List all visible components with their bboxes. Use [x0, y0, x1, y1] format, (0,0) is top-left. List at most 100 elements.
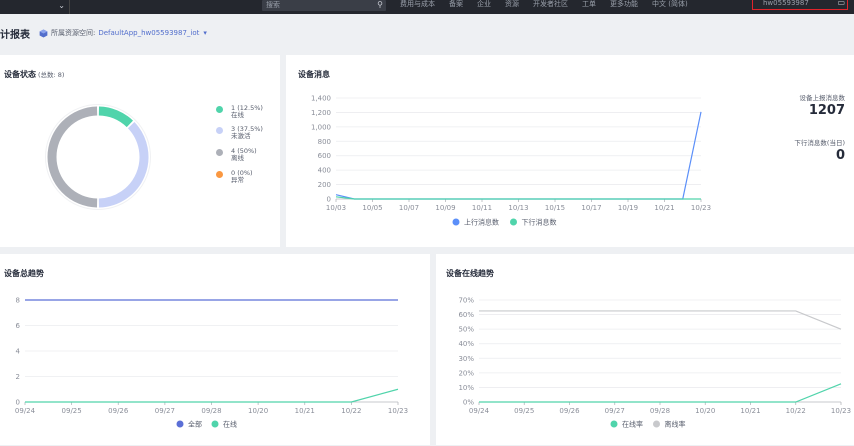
y-tick-label: 4 — [16, 348, 21, 356]
y-tick-label: 800 — [318, 138, 331, 146]
x-tick-label: 09/28 — [650, 407, 670, 415]
y-tick-label: 2 — [16, 373, 20, 381]
top-nav-bar: ⌄ 搜索 ⚲ 费用与成本 备案 企业 资源 开发者社区 工单 更多功能 中文 (… — [0, 0, 854, 14]
legend-label: 上行消息数 — [464, 218, 499, 227]
region-selector[interactable]: ⌄ — [0, 0, 70, 14]
legend-dot-icon — [211, 420, 219, 428]
legend-dot-icon — [452, 218, 460, 226]
device-messages-chart: 0 200 400 600 800 1,000 1,200 1,400 10/03 10/05 10… — [311, 95, 711, 227]
y-tick-label: 50% — [458, 326, 474, 334]
legend-label: 下行消息数 — [522, 218, 557, 227]
x-tick-label: 10/23 — [831, 407, 851, 415]
user-account-menu[interactable]: hw05593987 ▭ — [752, 0, 848, 10]
legend-online-text: 1 (12.5%) 在线 — [231, 105, 263, 119]
series-line-0 — [479, 383, 842, 403]
y-tick-label: 70% — [458, 297, 474, 305]
x-tick-label: 10/20 — [248, 407, 268, 415]
nav-item-billing[interactable]: 费用与成本 — [400, 0, 435, 14]
nav-item-tickets[interactable]: 工单 — [582, 0, 596, 14]
device-status-title-text: 设备状态 — [4, 70, 36, 79]
y-tick-label: 20% — [458, 369, 474, 377]
search-placeholder: 搜索 — [266, 1, 280, 9]
y-tick-label: 0 — [327, 196, 331, 204]
message-icon[interactable]: ▭ — [837, 0, 845, 7]
x-tick-label: 09/25 — [62, 407, 82, 415]
legend-abnormal-text: 0 (0%) 异常 — [231, 170, 253, 184]
y-tick-label: 200 — [318, 181, 331, 189]
nav-item-developer[interactable]: 开发者社区 — [533, 0, 568, 14]
top-nav-menu: 费用与成本 备案 企业 资源 开发者社区 工单 更多功能 中文 (简体) — [400, 0, 688, 14]
legend-inactive-text: 3 (37.5%) 未激活 — [231, 126, 263, 140]
y-tick-label: 30% — [458, 355, 474, 363]
x-tick-label: 10/05 — [362, 204, 382, 212]
legend-offline-label: 离线 — [231, 154, 244, 162]
nav-item-enterprise[interactable]: 企业 — [477, 0, 491, 14]
y-tick-label: 60% — [458, 311, 474, 319]
legend-offline-text: 4 (50%) 离线 — [231, 148, 257, 162]
legend-label: 离线率 — [665, 420, 686, 429]
nav-item-language[interactable]: 中文 (简体) — [652, 0, 688, 14]
caret-down-icon[interactable]: ▾ — [203, 29, 207, 37]
offline-dot-icon — [216, 149, 223, 156]
legend-abnormal: 0 (0%) 异常 — [216, 170, 253, 184]
x-tick-label: 10/20 — [695, 407, 715, 415]
page-title: 计报表 — [0, 29, 30, 41]
x-tick-label: 09/26 — [559, 407, 580, 415]
x-tick-label: 10/21 — [295, 407, 315, 415]
legend-dot-icon — [510, 218, 517, 226]
resource-space-label: 所属资源空间: — [51, 29, 96, 37]
legend-dot-icon — [610, 420, 618, 428]
online-trend-chart: 0% 10% 20% 30% 40% 50% 60% 70% 09/24 09/25 09/26 09… — [458, 297, 851, 429]
donut-outer-ring — [45, 104, 151, 210]
donut-slice-0 — [98, 106, 133, 128]
y-tick-label: 8 — [16, 297, 20, 305]
legend-label: 在线率 — [622, 420, 643, 429]
y-tick-label: 400 — [318, 167, 331, 175]
chevron-down-icon: ⌄ — [58, 1, 65, 10]
x-tick-label: 10/19 — [618, 204, 638, 212]
search-icon[interactable]: ⚲ — [377, 0, 383, 10]
legend-inactive-label: 未激活 — [231, 132, 251, 140]
series-line-1 — [479, 310, 842, 330]
x-tick-label: 10/11 — [472, 204, 492, 212]
x-tick-label: 10/07 — [399, 204, 419, 212]
y-tick-label: 1,200 — [311, 109, 331, 117]
legend-dot-icon — [176, 420, 184, 428]
upstream-count-label: 设备上报消息数 — [799, 94, 846, 102]
x-tick-label: 10/13 — [508, 204, 528, 212]
search-input[interactable]: 搜索 ⚲ — [262, 0, 386, 11]
legend-abnormal-label: 异常 — [231, 176, 244, 184]
inactive-dot-icon — [216, 127, 223, 134]
x-tick-label: 10/22 — [341, 407, 361, 415]
device-status-donut-chart — [45, 104, 151, 210]
resource-space-select[interactable]: DefaultApp_hw05593987_iot — [98, 29, 199, 37]
x-tick-label: 10/21 — [740, 407, 760, 415]
y-tick-label: 6 — [16, 322, 21, 330]
x-tick-label: 10/09 — [435, 204, 455, 212]
x-tick-label: 09/27 — [605, 407, 625, 415]
series-line-1 — [335, 196, 701, 200]
upstream-count-value: 1207 — [808, 103, 845, 118]
online-dot-icon — [216, 106, 223, 113]
device-messages-title: 设备消息 — [298, 70, 330, 79]
device-total-count: (总数: 8) — [38, 71, 65, 79]
y-tick-label: 0 — [16, 399, 20, 407]
legend-label: 全部 — [188, 420, 202, 429]
y-tick-label: 1,000 — [311, 123, 331, 131]
device-trend-card: 设备总趋势 0 2 4 6 8 09/24 09/25 09/26 09/27 09/28 10/2… — [0, 254, 430, 445]
device-status-card: 设备状态 (总数: 8) 1 (12.5%) 在线 3 (37.5%) 未激活 4 (… — [0, 55, 280, 247]
x-tick-label: 10/15 — [545, 204, 565, 212]
x-tick-label: 10/23 — [388, 407, 408, 415]
nav-item-resources[interactable]: 资源 — [505, 0, 519, 14]
donut-slice-2 — [47, 106, 98, 208]
legend-dot-icon — [653, 420, 660, 428]
nav-item-more[interactable]: 更多功能 — [610, 0, 638, 14]
online-trend-card: 设备在线趋势 0% 10% 20% 30% 40% 50% 60% 70% 09/24 09/25… — [436, 254, 854, 445]
x-tick-label: 09/26 — [108, 407, 129, 415]
device-trend-title: 设备总趋势 — [4, 269, 44, 278]
online-trend-title: 设备在线趋势 — [446, 269, 494, 278]
nav-item-filing[interactable]: 备案 — [449, 0, 463, 14]
x-tick-label: 09/25 — [514, 407, 534, 415]
y-tick-label: 10% — [458, 384, 474, 392]
x-tick-label: 10/03 — [326, 204, 346, 212]
